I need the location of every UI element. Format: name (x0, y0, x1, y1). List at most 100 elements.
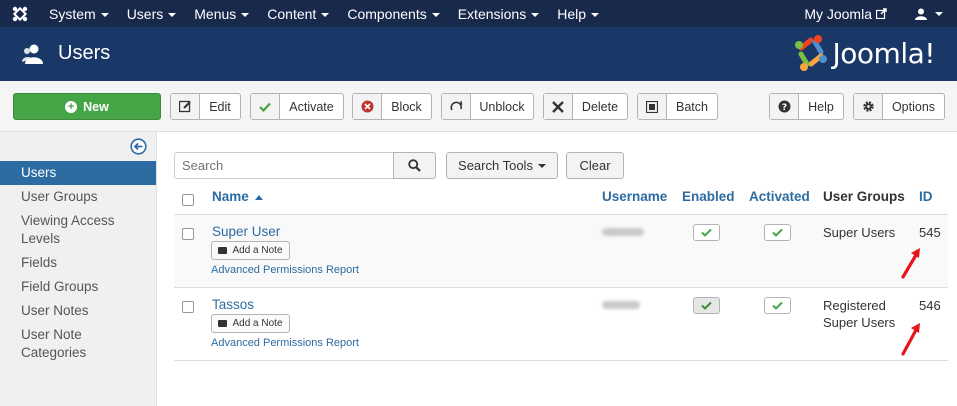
help-button-label: Help (808, 99, 834, 114)
main-menu: System Users Menus Content Components Ex… (40, 6, 608, 22)
select-all-checkbox[interactable] (182, 194, 194, 206)
caret-down-icon (431, 12, 440, 17)
caret-down-icon (100, 12, 109, 17)
options-button-label: Options (891, 99, 936, 114)
check-icon (251, 94, 280, 119)
caret-down-icon (531, 12, 540, 17)
block-button[interactable]: Block (352, 93, 432, 120)
sidebar-item-fields[interactable]: Fields (0, 254, 156, 272)
menu-content-label: Content (267, 5, 317, 22)
user-group-label: Super Users (823, 315, 896, 330)
search-bar (174, 152, 436, 179)
menu-components-label: Components (347, 5, 427, 22)
column-name-label: Name (212, 189, 249, 204)
sidebar-item-user-notes[interactable]: User Notes (0, 302, 156, 320)
user-groups-cell: Registered Super Users (823, 297, 895, 331)
menu-content[interactable]: Content (258, 6, 338, 22)
batch-button-label: Batch (676, 99, 708, 114)
activate-button[interactable]: Activate (250, 93, 344, 120)
collapse-sidebar-icon[interactable] (130, 138, 147, 155)
permissions-report-link[interactable]: Advanced Permissions Report (211, 337, 359, 349)
menu-system-label: System (49, 5, 96, 22)
blurred-username (602, 228, 644, 236)
user-id-cell: 545 (919, 225, 941, 240)
enabled-toggle[interactable] (693, 224, 720, 241)
activated-toggle[interactable] (764, 224, 791, 241)
joomla-menu-icon[interactable] (0, 0, 40, 27)
check-icon (772, 301, 783, 310)
sidebar-item-user-note-categories[interactable]: User Note Categories (0, 326, 120, 362)
check-icon (701, 301, 712, 310)
external-link-icon (876, 8, 887, 19)
user-name-link[interactable]: Tassos (212, 297, 254, 312)
column-header-activated[interactable]: Activated (749, 189, 810, 204)
menu-menus[interactable]: Menus (185, 6, 258, 22)
joomla-wordmark: Joomla! (832, 36, 936, 70)
delete-button[interactable]: Delete (543, 93, 628, 120)
sidebar-item-user-groups[interactable]: User Groups (0, 188, 156, 206)
menu-components[interactable]: Components (338, 6, 448, 22)
users-icon (22, 44, 43, 64)
note-icon (218, 247, 228, 254)
sidebar-item-viewing-access-levels[interactable]: Viewing Access Levels (0, 212, 140, 248)
sidebar-item-field-groups[interactable]: Field Groups (0, 278, 156, 296)
sidebar-item-users[interactable]: Users (0, 161, 156, 185)
block-button-label: Block (391, 99, 422, 114)
options-button[interactable]: Options (853, 93, 945, 120)
edit-icon (171, 94, 200, 119)
user-name-link[interactable]: Super User (212, 224, 280, 239)
add-note-button[interactable]: Add a Note (211, 241, 290, 260)
clear-button[interactable]: Clear (566, 152, 624, 179)
batch-button[interactable]: Batch (637, 93, 718, 120)
search-input[interactable] (174, 152, 394, 179)
row-checkbox[interactable] (182, 228, 194, 240)
annotation-arrow (901, 248, 920, 279)
search-icon (408, 159, 421, 172)
column-header-username[interactable]: Username (602, 189, 667, 204)
new-button-label: New (83, 99, 109, 114)
page-title: Users (58, 42, 111, 64)
batch-icon (638, 94, 667, 119)
edit-button[interactable]: Edit (170, 93, 241, 120)
row-divider (174, 287, 948, 288)
menu-help-label: Help (557, 5, 586, 22)
column-header-enabled[interactable]: Enabled (682, 189, 735, 204)
activated-toggle[interactable] (764, 297, 791, 314)
caret-down-icon (321, 12, 330, 17)
user-icon (915, 8, 927, 20)
unblock-icon (442, 94, 471, 119)
caret-down-icon (241, 12, 250, 17)
search-tools-button[interactable]: Search Tools (446, 152, 558, 179)
permissions-report-link[interactable]: Advanced Permissions Report (211, 264, 359, 276)
activate-button-label: Activate (289, 99, 334, 114)
delete-button-label: Delete (581, 99, 619, 114)
column-header-id[interactable]: ID (919, 189, 933, 204)
site-link-label: My Joomla (804, 5, 872, 22)
joomla-logo: Joomla! (793, 34, 936, 72)
help-button[interactable]: ? Help (769, 93, 844, 120)
menu-menus-label: Menus (194, 5, 237, 22)
add-note-button[interactable]: Add a Note (211, 314, 290, 333)
top-navbar: System Users Menus Content Components Ex… (0, 0, 957, 27)
blurred-username (602, 301, 640, 309)
menu-extensions[interactable]: Extensions (449, 6, 548, 22)
menu-extensions-label: Extensions (457, 5, 527, 22)
user-menu[interactable] (915, 8, 943, 20)
unblock-button[interactable]: Unblock (441, 93, 534, 120)
search-button[interactable] (393, 152, 436, 179)
menu-help[interactable]: Help (548, 6, 608, 22)
row-checkbox[interactable] (182, 301, 194, 313)
new-button[interactable]: + New (13, 93, 161, 120)
toolbar: + New Edit Activate Block Unblock Delete (0, 81, 957, 132)
column-header-name[interactable]: Name (212, 189, 263, 204)
menu-users[interactable]: Users (118, 6, 186, 22)
caret-down-icon (935, 11, 943, 16)
site-link[interactable]: My Joomla (804, 6, 887, 22)
row-divider (174, 360, 948, 361)
menu-users-label: Users (126, 5, 164, 22)
clear-button-label: Clear (579, 158, 611, 173)
sort-ascending-icon (254, 195, 263, 201)
user-groups-cell: Super Users (823, 224, 895, 241)
enabled-toggle[interactable] (693, 297, 720, 314)
menu-system[interactable]: System (40, 6, 118, 22)
